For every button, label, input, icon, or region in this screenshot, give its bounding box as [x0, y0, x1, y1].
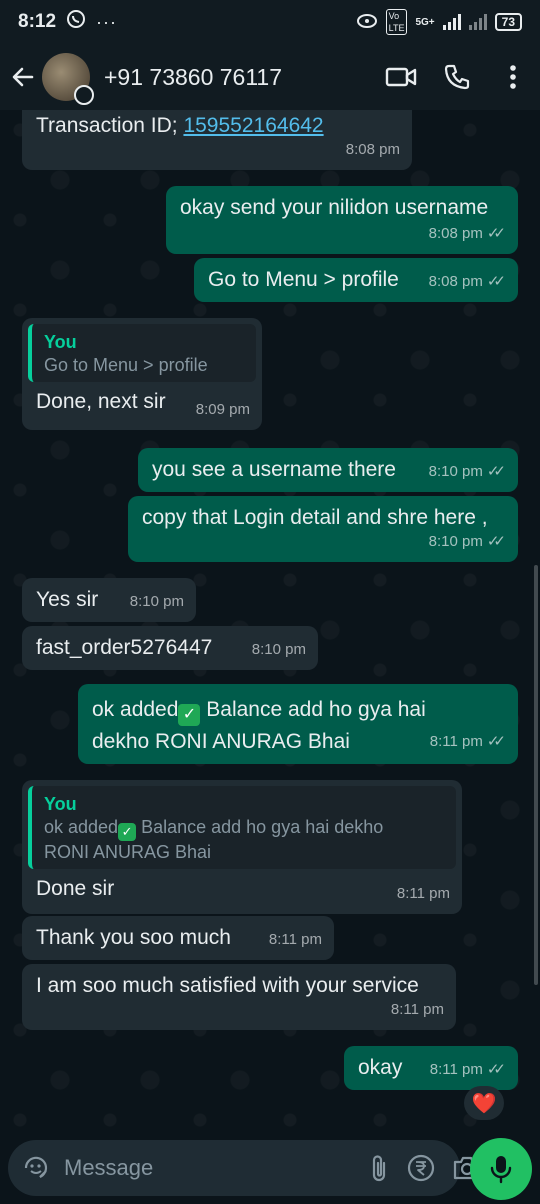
battery-indicator: 73 [494, 13, 522, 31]
quote-text-c: RONI ANURAG Bhai [44, 842, 212, 862]
quoted-message[interactable]: You Go to Menu > profile [28, 324, 256, 382]
signal-icon [442, 14, 461, 30]
video-call-icon[interactable] [384, 60, 418, 94]
message-time: 8:11 pm [396, 885, 450, 902]
signal-2-icon [468, 14, 487, 30]
hotspot-icon [356, 13, 378, 32]
message-time: 8:11 pm [429, 733, 483, 750]
message-meta: 8:10 pm ✓✓ [429, 458, 506, 486]
message-text-b: Balance add ho gya hai [200, 698, 426, 721]
more-vert-icon[interactable] [496, 60, 530, 94]
quote-author: You [44, 332, 77, 352]
message-incoming[interactable]: Thank you soo much 8:11 pm [22, 916, 334, 960]
message-outgoing[interactable]: you see a username there 8:10 pm ✓✓ [138, 448, 518, 492]
mic-button[interactable] [470, 1138, 532, 1200]
input-bar [0, 1134, 540, 1204]
message-text-a: ok added [92, 698, 179, 721]
message-outgoing[interactable]: Go to Menu > profile 8:08 pm ✓✓ [194, 258, 518, 302]
status-time: 8:12 [18, 11, 57, 32]
message-meta: 8:08 pm ✓✓ [429, 220, 506, 248]
message-time: 8:11 pm [390, 1001, 444, 1018]
message-field[interactable] [8, 1140, 481, 1196]
message-text: Transaction ID; [36, 114, 184, 137]
double-check-icon: ✓✓ [486, 733, 506, 750]
message-time: 8:09 pm [195, 401, 250, 418]
status-ring-icon [74, 85, 94, 105]
check-mark-icon: ✓ [178, 704, 201, 726]
double-check-icon: ✓✓ [486, 533, 506, 550]
more-notifications-icon: ··· [96, 11, 118, 32]
quoted-message[interactable]: You ok added ✓ Balance add ho gya hai dek… [28, 786, 456, 869]
rupee-icon[interactable] [406, 1152, 436, 1184]
double-check-icon: ✓✓ [486, 273, 506, 290]
message-text: okay [358, 1056, 403, 1079]
message-text: I am soo much satisfied with your servic… [36, 974, 419, 997]
paperclip-icon[interactable] [368, 1152, 390, 1184]
quote-text-b: Balance add ho gya hai dekho [136, 817, 384, 837]
double-check-icon: ✓✓ [486, 1061, 506, 1078]
message-meta: 8:11 pm ✓✓ [430, 1056, 506, 1084]
message-incoming-reply[interactable]: You Go to Menu > profile Done, next sir … [22, 318, 262, 430]
volte-icon: Vo LTE [385, 9, 408, 35]
heart-reaction[interactable]: ❤️ [464, 1086, 504, 1120]
message-outgoing[interactable]: okay 8:11 pm ✓✓ [344, 1046, 518, 1090]
message-text: copy that Login detail and shre here , [142, 506, 488, 529]
message-text-c: dekho RONI ANURAG Bhai [92, 730, 350, 753]
message-text: Done sir [36, 877, 115, 900]
message-text: Go to Menu > profile [208, 268, 399, 291]
message-time: 8:10 pm [428, 463, 483, 480]
message-text: Yes sir [36, 588, 99, 611]
avatar[interactable] [42, 53, 94, 105]
message-incoming[interactable]: fast_order5276447 8:10 pm [22, 626, 318, 670]
transaction-link[interactable]: 159552164642 [183, 114, 323, 137]
message-outgoing[interactable]: copy that Login detail and shre here , 8… [128, 496, 518, 562]
message-time: 8:08 pm [428, 225, 483, 242]
quote-text-a: ok added [44, 817, 119, 837]
message-text: okay send your nilidon username [180, 196, 489, 219]
whatsapp-notification-icon [66, 9, 86, 35]
message-meta: 8:10 pm ✓✓ [429, 528, 506, 556]
message-time: 8:11 pm [268, 931, 322, 948]
message-text: you see a username there [152, 458, 396, 481]
chat-header: +91 73860 76117 [0, 44, 540, 110]
phone-icon[interactable] [440, 60, 474, 94]
message-incoming-reply[interactable]: You ok added ✓ Balance add ho gya hai dek… [22, 780, 462, 914]
mic-icon [489, 1154, 513, 1184]
double-check-icon: ✓✓ [486, 225, 506, 242]
message-time: 8:10 pm [251, 641, 306, 658]
message-meta: 8:11 pm ✓✓ [430, 726, 506, 758]
message-outgoing[interactable]: okay send your nilidon username 8:08 pm ✓… [166, 186, 518, 254]
message-time: 8:10 pm [129, 593, 184, 610]
check-mark-icon: ✓ [118, 823, 137, 841]
message-incoming[interactable]: Yes sir 8:10 pm [22, 578, 196, 622]
message-text: fast_order5276447 [36, 636, 213, 659]
message-text: Thank you soo much [36, 926, 231, 949]
message-time: 8:11 pm [429, 1061, 483, 1078]
contact-name[interactable]: +91 73860 76117 [104, 64, 362, 91]
message-incoming[interactable]: Transaction ID; 159552164642 8:08 pm [22, 110, 412, 170]
status-bar: 8:12 ··· Vo LTE 5G+ 73 [0, 0, 540, 44]
quote-text: ok added ✓ Balance add ho gya hai dekho RO… [44, 816, 446, 863]
message-time: 8:10 pm [428, 533, 483, 550]
message-outgoing[interactable]: ok added ✓ Balance add ho gya hai dekho R… [78, 684, 518, 764]
chat-scrollbar[interactable] [534, 565, 538, 985]
message-input[interactable] [64, 1155, 352, 1181]
message-meta: 8:08 pm ✓✓ [429, 268, 506, 296]
quote-author: You [44, 794, 77, 814]
chat-area[interactable]: Transaction ID; 159552164642 8:08 pm oka… [0, 110, 540, 1134]
arrow-left-icon[interactable] [10, 64, 36, 90]
network-type: 5G+ [415, 16, 435, 28]
message-incoming[interactable]: I am soo much satisfied with your servic… [22, 964, 456, 1030]
message-time: 8:08 pm [345, 141, 400, 158]
double-check-icon: ✓✓ [486, 463, 506, 480]
sticker-icon[interactable] [22, 1154, 50, 1182]
message-time: 8:08 pm [428, 273, 483, 290]
quote-text: Go to Menu > profile [44, 355, 208, 375]
